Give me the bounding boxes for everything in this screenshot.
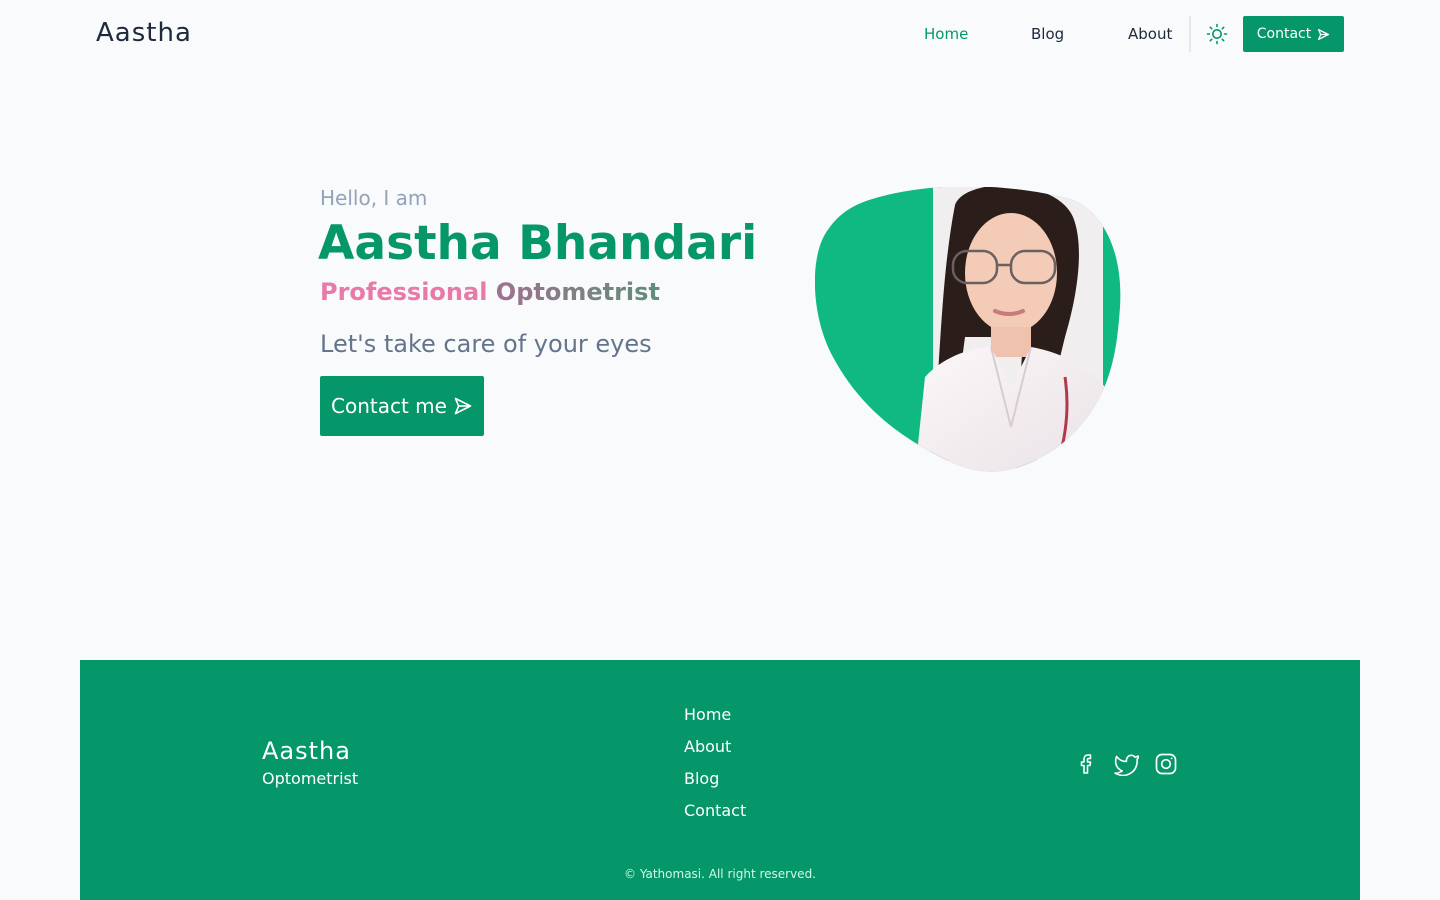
facebook-link[interactable] [1074, 752, 1098, 776]
nav-home[interactable]: Home [924, 24, 968, 44]
site-header: Aastha Home Blog About Contact [0, 0, 1440, 68]
hero-role-optometrist: Optometrist [495, 278, 660, 306]
twitter-link[interactable] [1114, 752, 1140, 777]
hero-role: Professional Optometrist [320, 276, 660, 308]
footer-link-contact[interactable]: Contact [684, 800, 746, 832]
contact-me-label: Contact me [331, 394, 447, 418]
instagram-icon [1155, 753, 1177, 775]
hero-name: Aastha Bhandari [318, 216, 758, 271]
hero-tagline: Let's take care of your eyes [320, 330, 652, 358]
twitter-icon [1114, 754, 1140, 777]
facebook-icon [1080, 754, 1092, 774]
copyright-text: © Yathomasi. All right reserved. [624, 867, 816, 881]
site-logo[interactable]: Aastha [96, 16, 192, 50]
hero-role-professional: Professional [320, 278, 488, 306]
footer-link-about[interactable]: About [684, 736, 746, 768]
footer-subtitle: Optometrist [262, 769, 359, 788]
contact-me-button[interactable]: Contact me [320, 376, 484, 436]
header-contact-label: Contact [1256, 26, 1312, 42]
footer-brand[interactable]: Aastha [262, 736, 351, 766]
send-icon [454, 397, 472, 415]
send-icon [1318, 28, 1330, 40]
footer-nav: Home About Blog Contact [684, 704, 746, 832]
instagram-link[interactable] [1154, 752, 1178, 776]
nav-about[interactable]: About [1128, 24, 1172, 44]
nav-divider [1189, 16, 1191, 52]
footer-link-blog[interactable]: Blog [684, 768, 746, 800]
site-footer: Aastha Optometrist Home About Blog Conta… [80, 660, 1360, 900]
nav-blog[interactable]: Blog [1031, 24, 1064, 44]
sun-icon [1206, 23, 1228, 45]
footer-link-home[interactable]: Home [684, 704, 746, 736]
header-contact-button[interactable]: Contact [1243, 16, 1344, 52]
hero-greeting: Hello, I am [320, 186, 428, 210]
profile-photo [815, 187, 1121, 472]
theme-toggle-button[interactable] [1205, 22, 1229, 46]
